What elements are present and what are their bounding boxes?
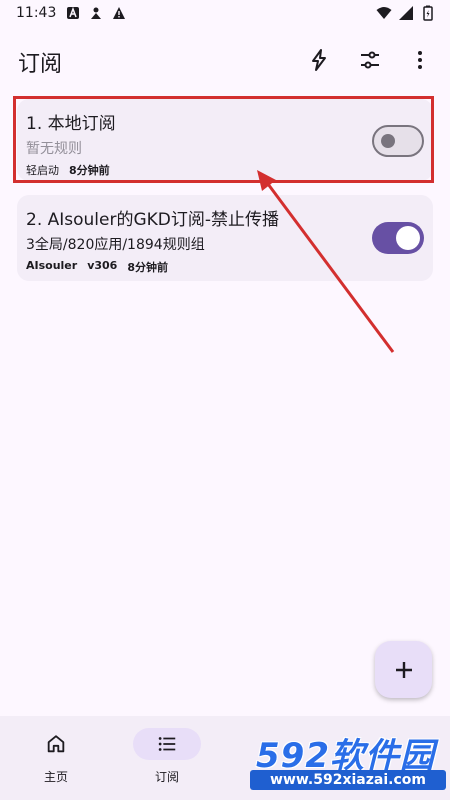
home-icon [47,735,65,753]
watermark-site: www.592xiazai.com [250,770,446,790]
nav-item-home[interactable]: 主页 [0,716,112,800]
add-subscription-button[interactable] [375,641,432,698]
watermark: 592软件园 www.592xiazai.com [246,708,450,800]
nav-label-subscriptions: 订阅 [154,770,179,784]
plus-icon [395,661,412,678]
list-icon [158,737,176,751]
nav-label-home: 主页 [43,770,68,784]
nav-item-subscriptions[interactable]: 订阅 [111,716,223,800]
